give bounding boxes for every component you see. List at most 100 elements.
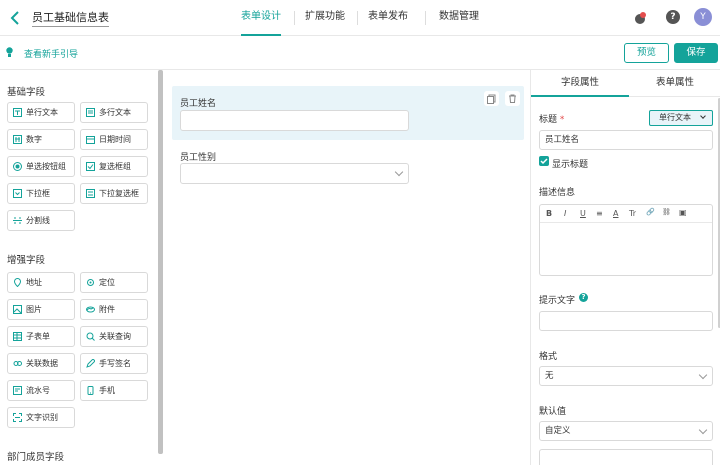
employee-gender-select[interactable]: [180, 163, 409, 184]
serial-icon: [13, 386, 22, 395]
divider-icon: [13, 216, 22, 225]
field-single-text[interactable]: 单行文本: [7, 102, 75, 123]
field-radio-group[interactable]: 单选按钮组: [7, 156, 75, 177]
delete-icon[interactable]: [505, 91, 520, 106]
unlink-icon[interactable]: ⛓: [662, 208, 671, 216]
dropdown-multi-icon: [86, 189, 95, 198]
hint-help-icon[interactable]: ?: [579, 293, 588, 302]
subform-icon: [13, 332, 22, 341]
guide-bulb-icon: [6, 47, 13, 58]
format-label: 格式: [539, 352, 558, 362]
field-attachment[interactable]: 附件: [80, 299, 148, 320]
text-icon: [13, 108, 22, 117]
textarea-icon: [86, 108, 95, 117]
chevron-down-icon: [394, 167, 404, 177]
default-value-label: 默认值: [539, 407, 567, 417]
help-icon[interactable]: ?: [666, 10, 680, 24]
image-insert-icon[interactable]: ▣: [679, 208, 687, 217]
radio-icon: [13, 162, 22, 171]
enhanced-fields-title: 增强字段: [7, 255, 46, 266]
font-size-icon[interactable]: Tr: [629, 209, 636, 218]
back-arrow-icon[interactable]: [9, 11, 21, 25]
align-icon[interactable]: ≡: [596, 209, 603, 218]
field-image[interactable]: 图片: [7, 299, 75, 320]
hint-input[interactable]: [539, 311, 713, 331]
phone-icon: [86, 386, 95, 395]
title-input[interactable]: 员工姓名: [539, 130, 713, 150]
avatar[interactable]: Y: [694, 8, 712, 26]
department-fields-title: 部门成员字段: [7, 452, 65, 463]
field-label: 员工姓名: [180, 99, 217, 109]
field-datetime[interactable]: 日期时间: [80, 129, 148, 150]
font-color-icon[interactable]: A: [613, 209, 618, 218]
field-serial-number[interactable]: 流水号: [7, 380, 75, 401]
image-icon: [13, 305, 22, 314]
search-icon: [86, 332, 95, 341]
checkbox-icon: [86, 162, 95, 171]
field-related-query[interactable]: 关联查询: [80, 326, 148, 347]
basic-fields-title: 基础字段: [7, 87, 46, 98]
attachment-icon: [86, 305, 95, 314]
field-address[interactable]: 地址: [7, 272, 75, 293]
top-bar: 员工基础信息表 表单设计 扩展功能 表单发布 数据管理 ? Y: [0, 0, 720, 36]
field-dropdown[interactable]: 下拉框: [7, 183, 75, 204]
field-checkbox-group[interactable]: 复选框组: [80, 156, 148, 177]
chevron-down-icon: [698, 370, 708, 380]
selected-field-block[interactable]: 员工姓名: [172, 86, 524, 140]
field-ocr[interactable]: 文字识别: [7, 407, 75, 428]
field-subform[interactable]: 子表单: [7, 326, 75, 347]
field-multi-text[interactable]: 多行文本: [80, 102, 148, 123]
field-type-select[interactable]: 单行文本: [649, 110, 713, 126]
properties-panel: 字段属性 表单属性 标题 * 单行文本 员工姓名 显示标题 描述信息 B I U…: [530, 70, 720, 465]
preview-button[interactable]: 预览: [624, 43, 669, 63]
locate-icon: [86, 278, 95, 287]
tab-form-properties[interactable]: 表单属性: [629, 70, 720, 97]
tab-data-management[interactable]: 数据管理: [439, 0, 479, 36]
save-button[interactable]: 保存: [674, 43, 718, 63]
scan-icon: [13, 413, 22, 422]
form-canvas: 员工姓名 员工性别: [166, 70, 530, 465]
guide-link[interactable]: 查看新手引导: [24, 47, 78, 60]
default-value-input[interactable]: [539, 449, 713, 465]
bold-icon[interactable]: B: [546, 209, 552, 218]
underline-icon[interactable]: U: [580, 209, 586, 218]
field-label: 员工性别: [180, 153, 217, 163]
tab-form-design[interactable]: 表单设计: [241, 0, 281, 36]
field-location[interactable]: 定位: [80, 272, 148, 293]
number-icon: [13, 135, 22, 144]
hint-label: 提示文字: [539, 296, 576, 306]
pen-icon: [86, 359, 95, 368]
show-title-checkbox[interactable]: [539, 156, 549, 166]
field-palette: 基础字段 单行文本 多行文本 数字 日期时间 单选按钮组 复选框组 下拉框 下拉…: [0, 70, 166, 465]
description-label: 描述信息: [539, 188, 576, 198]
field-number[interactable]: 数字: [7, 129, 75, 150]
tab-form-publish[interactable]: 表单发布: [368, 0, 408, 36]
field-divider[interactable]: 分割线: [7, 210, 75, 231]
link-data-icon: [13, 359, 22, 368]
tab-extensions[interactable]: 扩展功能: [305, 0, 345, 36]
field-dropdown-multi[interactable]: 下拉复选框: [80, 183, 148, 204]
chevron-down-icon: [700, 113, 706, 119]
employee-name-input[interactable]: [180, 110, 409, 131]
field-signature[interactable]: 手写签名: [80, 353, 148, 374]
field-phone[interactable]: 手机: [80, 380, 148, 401]
rich-text-editor[interactable]: B I U ≡ A Tr 🔗 ⛓ ▣: [539, 204, 713, 276]
notification-icon[interactable]: [633, 11, 647, 25]
dropdown-icon: [13, 189, 22, 198]
title-label: 标题 *: [539, 115, 565, 125]
palette-scrollbar[interactable]: [158, 70, 163, 454]
default-value-select[interactable]: 自定义: [539, 421, 713, 441]
editor-toolbar: B I U ≡ A Tr 🔗 ⛓ ▣: [540, 205, 712, 223]
italic-icon[interactable]: I: [564, 209, 566, 218]
tab-field-properties[interactable]: 字段属性: [531, 70, 629, 97]
map-pin-icon: [13, 278, 22, 287]
chevron-down-icon: [698, 425, 708, 435]
show-title-label: 显示标题: [552, 160, 589, 170]
calendar-icon: [86, 135, 95, 144]
link-icon[interactable]: 🔗: [646, 208, 655, 216]
required-mark: *: [559, 115, 565, 125]
copy-icon[interactable]: [484, 91, 499, 106]
format-select[interactable]: 无: [539, 366, 713, 386]
form-title[interactable]: 员工基础信息表: [32, 9, 109, 27]
field-related-data[interactable]: 关联数据: [7, 353, 75, 374]
